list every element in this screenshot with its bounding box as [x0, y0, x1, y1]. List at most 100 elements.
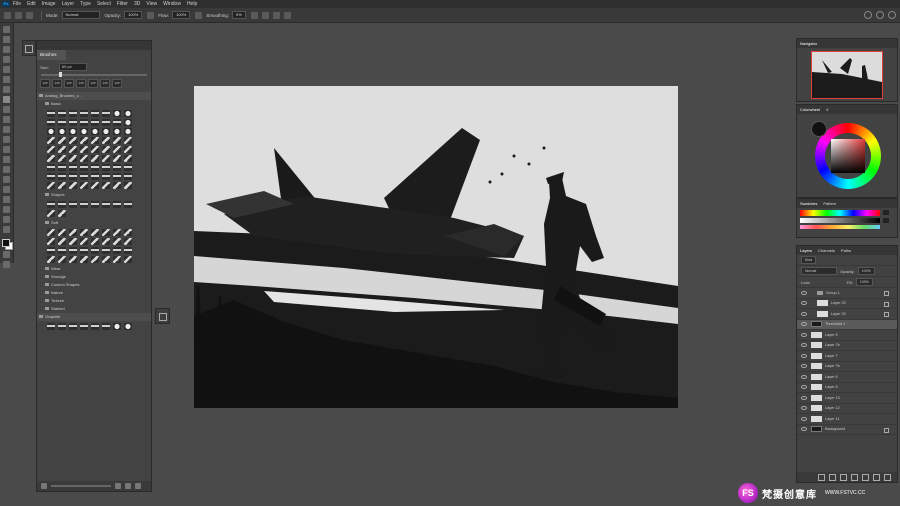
recent-brush[interactable]: 125 — [88, 79, 98, 88]
layer-row[interactable]: Layer 13 — [797, 393, 897, 404]
saturation-brightness-square[interactable] — [831, 139, 865, 173]
brush-preset-picker-icon[interactable] — [15, 11, 22, 19]
tab-colorwheel[interactable]: Colorwheel — [800, 105, 820, 114]
blend-mode-select[interactable]: Normal — [801, 267, 837, 275]
layer-row[interactable]: Layer 20 — [797, 309, 897, 320]
brush-folder-stained[interactable]: Stained — [37, 305, 151, 313]
tab-navigator[interactable]: Navigator — [800, 39, 817, 48]
layer-row[interactable]: Layer 7b — [797, 341, 897, 351]
brush-folder-basic[interactable]: Basic — [37, 100, 151, 108]
pressure-size-icon[interactable] — [272, 11, 280, 19]
menu-file[interactable]: File — [13, 0, 21, 8]
brush-folder-texture[interactable]: Texture — [37, 297, 151, 305]
brush-folder-wear[interactable]: Wear — [37, 265, 151, 273]
foreground-color-dot[interactable] — [811, 121, 827, 137]
brush-folder-nature[interactable]: Nature — [37, 289, 151, 297]
hand-tool-icon[interactable] — [3, 206, 10, 213]
layer-row[interactable]: Layer 11 — [797, 414, 897, 425]
menu-view[interactable]: View — [146, 0, 157, 8]
lasso-tool-icon[interactable] — [3, 46, 10, 53]
marquee-tool-icon[interactable] — [3, 36, 10, 43]
tab-layers[interactable]: Layers — [800, 246, 812, 255]
menu-3d[interactable]: 3D — [134, 0, 140, 8]
dodge-tool-icon[interactable] — [3, 156, 10, 163]
gradient-tool-icon[interactable] — [3, 136, 10, 143]
menu-help[interactable]: Help — [187, 0, 197, 8]
quick-select-tool-icon[interactable] — [3, 56, 10, 63]
path-select-tool-icon[interactable] — [3, 186, 10, 193]
swatch-gray[interactable] — [883, 218, 889, 223]
slider-handle[interactable] — [59, 72, 62, 77]
visibility-eye-icon[interactable] — [801, 364, 807, 369]
brushes-panel-tab[interactable]: Brushes — [37, 50, 66, 60]
layer-row[interactable]: Layer 7b — [797, 362, 897, 372]
color-swatches[interactable] — [2, 239, 13, 250]
brush-tool-icon[interactable] — [3, 96, 10, 103]
delete-brush-icon[interactable] — [135, 483, 141, 489]
pressure-opacity-icon[interactable] — [147, 11, 155, 19]
visibility-eye-icon[interactable] — [801, 311, 807, 316]
smoothing-field[interactable]: 0% — [232, 11, 246, 19]
menu-image[interactable]: Image — [42, 0, 56, 8]
visibility-eye-icon[interactable] — [801, 332, 807, 337]
document-canvas[interactable] — [194, 86, 678, 408]
share-icon[interactable] — [888, 11, 896, 19]
visibility-eye-icon[interactable] — [801, 374, 807, 379]
angle-icon[interactable] — [261, 11, 269, 19]
recent-brush[interactable]: 125 — [52, 79, 62, 88]
layer-row[interactable]: Layer 12 — [797, 404, 897, 414]
workspace-icon[interactable] — [876, 11, 884, 19]
menu-edit[interactable]: Edit — [27, 0, 36, 8]
recent-brush[interactable]: 125 — [76, 79, 86, 88]
visibility-eye-icon[interactable] — [801, 385, 807, 390]
recent-brush[interactable]: 125 — [64, 79, 74, 88]
toggle-preview-icon[interactable] — [41, 483, 47, 489]
type-tool-icon[interactable] — [3, 176, 10, 183]
hue-spectrum[interactable] — [800, 210, 880, 216]
layer-row-selected[interactable]: Threshold 1 — [797, 319, 897, 330]
eraser-tool-icon[interactable] — [3, 126, 10, 133]
shape-tool-icon[interactable] — [3, 196, 10, 203]
visibility-eye-icon[interactable] — [801, 301, 807, 306]
brush-settings-icon[interactable] — [26, 11, 33, 19]
menu-type[interactable]: Type — [80, 0, 91, 8]
menu-select[interactable]: Select — [97, 0, 111, 8]
more-tools-icon[interactable] — [3, 226, 10, 233]
menu-filter[interactable]: Filter — [117, 0, 128, 8]
opacity-field[interactable]: 100% — [124, 11, 143, 19]
recent-brush[interactable]: 125 — [100, 79, 110, 88]
new-brush-icon[interactable] — [125, 483, 131, 489]
fill-field[interactable]: 100% — [855, 278, 873, 286]
new-layer-icon[interactable] — [873, 473, 880, 481]
visibility-eye-icon[interactable] — [801, 427, 807, 432]
layer-row[interactable]: Layer 7 — [797, 351, 897, 362]
visibility-eye-icon[interactable] — [801, 395, 807, 400]
recent-brush[interactable]: 125 — [112, 79, 122, 88]
tab-pattern[interactable]: Pattern — [823, 199, 836, 208]
menu-layer[interactable]: Layer — [62, 0, 75, 8]
swatch-black[interactable] — [883, 210, 889, 215]
new-group-icon[interactable] — [115, 483, 121, 489]
screen-mode-icon[interactable] — [3, 261, 10, 268]
layer-row[interactable]: Group 1 — [797, 288, 897, 299]
tab-swatches[interactable]: Swatches — [800, 199, 817, 208]
blur-tool-icon[interactable] — [3, 146, 10, 153]
brush-folder-custom-shapes[interactable]: Custom Shapes — [37, 281, 151, 289]
brush-tool-icon[interactable] — [4, 11, 11, 19]
tab-paths[interactable]: Paths — [841, 246, 851, 255]
symmetry-icon[interactable] — [283, 11, 291, 19]
brush-size-field[interactable]: 60 px — [58, 63, 87, 71]
layer-kind-filter[interactable]: Kind — [801, 256, 817, 264]
layer-row-background[interactable]: Background — [797, 425, 897, 435]
layer-row[interactable]: Layer 5 — [797, 330, 897, 341]
brush-folder-graphite[interactable]: Graphite — [37, 313, 151, 321]
eyedropper-tool-icon[interactable] — [3, 76, 10, 83]
layer-opacity-field[interactable]: 100% — [857, 267, 875, 275]
visibility-eye-icon[interactable] — [801, 406, 807, 411]
smoothing-settings-icon[interactable] — [250, 11, 258, 19]
menu-window[interactable]: Window — [163, 0, 181, 8]
search-icon[interactable] — [864, 11, 872, 19]
visibility-eye-icon[interactable] — [801, 322, 807, 327]
brush-panel-collapse[interactable] — [155, 308, 170, 324]
trash-icon[interactable] — [884, 473, 891, 481]
